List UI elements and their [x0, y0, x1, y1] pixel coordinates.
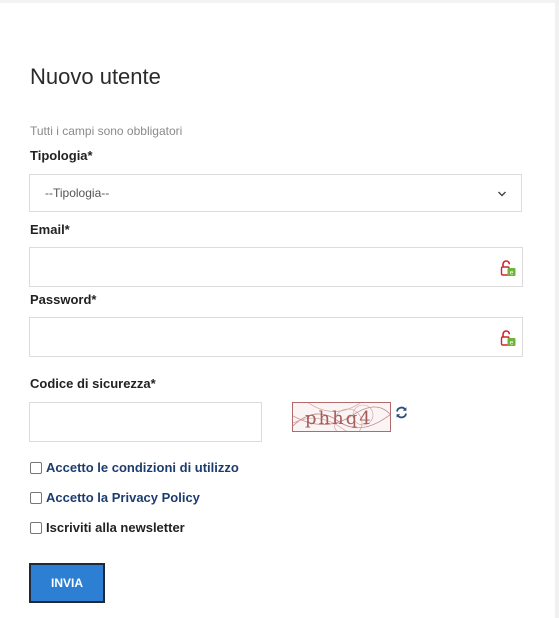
svg-text:e: e: [510, 340, 514, 347]
password-manager-lock-icon[interactable]: e: [499, 329, 517, 347]
password-field[interactable]: e: [29, 317, 523, 357]
security-code-field[interactable]: [29, 402, 262, 442]
password-manager-lock-icon[interactable]: e: [499, 259, 517, 277]
tipologia-label: Tipologia*: [30, 148, 93, 163]
terms-link[interactable]: Accetto le condizioni di utilizzo: [46, 460, 239, 475]
captcha-image: phhq4: [292, 402, 391, 432]
tipologia-select[interactable]: --Tipologia--: [29, 174, 522, 212]
password-label: Password*: [30, 292, 97, 307]
submit-button[interactable]: INVIA: [29, 563, 105, 603]
svg-text:e: e: [510, 270, 514, 277]
email-field[interactable]: e: [29, 247, 523, 287]
terms-checkbox-row: Accetto le condizioni di utilizzo: [30, 460, 239, 475]
required-fields-hint: Tutti i campi sono obbligatori: [30, 124, 183, 138]
page-title: Nuovo utente: [30, 64, 161, 89]
newsletter-checkbox[interactable]: [30, 521, 42, 534]
chevron-down-icon: [498, 191, 506, 197]
captcha-text: phhq4: [305, 408, 373, 429]
privacy-checkbox-row: Accetto la Privacy Policy: [30, 490, 200, 505]
newsletter-checkbox-row: Iscriviti alla newsletter: [30, 520, 185, 535]
captcha-noise: phhq4: [293, 403, 390, 431]
refresh-icon[interactable]: [395, 406, 408, 419]
terms-checkbox[interactable]: [30, 461, 42, 474]
new-user-form: Nuovo utente Tutti i campi sono obbligat…: [0, 0, 559, 618]
security-code-label: Codice di sicurezza*: [30, 376, 156, 391]
email-label: Email*: [30, 222, 70, 237]
privacy-policy-link[interactable]: Accetto la Privacy Policy: [46, 490, 200, 505]
tipologia-selected-value: --Tipologia--: [45, 186, 110, 200]
newsletter-label: Iscriviti alla newsletter: [46, 520, 185, 535]
privacy-checkbox[interactable]: [30, 491, 42, 504]
